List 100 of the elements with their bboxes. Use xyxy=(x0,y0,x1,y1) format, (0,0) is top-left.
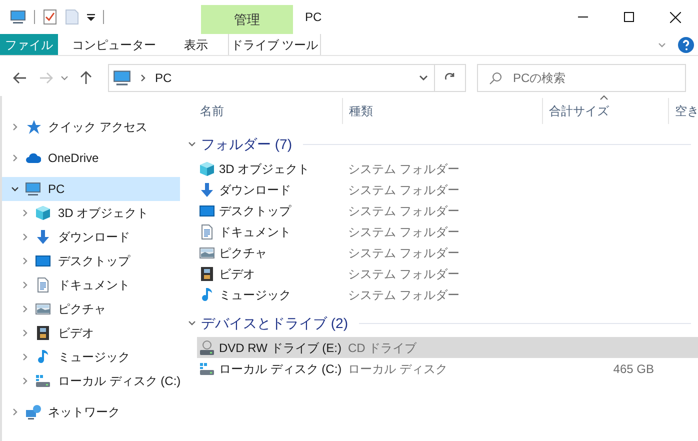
group-title: フォルダー (7) xyxy=(201,134,292,154)
expand-chevron-icon[interactable] xyxy=(21,305,29,313)
nav-item[interactable]: ネットワーク xyxy=(2,400,180,424)
sort-caret-icon xyxy=(600,95,608,100)
ribbon-tab[interactable]: 表示 xyxy=(170,34,222,55)
breadcrumb-separator-icon[interactable] xyxy=(139,74,147,82)
nav-item[interactable]: PC xyxy=(2,177,180,201)
group-header[interactable]: デバイスとドライブ (2) xyxy=(180,311,698,335)
expand-chevron-icon[interactable] xyxy=(21,281,29,289)
file-name: ピクチャ xyxy=(219,244,267,262)
screen-icon xyxy=(35,253,51,269)
breadcrumb-item[interactable]: PC xyxy=(155,69,172,87)
collapse-chevron-icon[interactable] xyxy=(11,185,19,193)
file-type: システム フォルダー xyxy=(347,182,460,198)
file-type: システム フォルダー xyxy=(347,244,460,262)
image-icon xyxy=(199,244,215,260)
file-name: ローカル ディスク (C:) xyxy=(219,360,342,378)
monitor-icon xyxy=(10,9,26,25)
nav-item[interactable]: OneDrive xyxy=(2,146,180,170)
down-arrow-icon xyxy=(35,229,51,245)
collapse-chevron-icon[interactable] xyxy=(188,319,196,327)
expand-chevron-icon[interactable] xyxy=(21,257,29,265)
document-icon xyxy=(35,277,51,293)
expand-chevron-icon[interactable] xyxy=(21,377,29,385)
file-row[interactable]: ピクチャ システム フォルダー xyxy=(197,242,698,263)
document-icon xyxy=(199,224,215,240)
music-note-icon xyxy=(199,286,215,302)
nav-item[interactable]: ローカル ディスク (C:) xyxy=(2,369,180,393)
monitor-icon xyxy=(25,181,41,197)
disc-drive-icon xyxy=(199,340,215,356)
nav-item[interactable]: ダウンロード xyxy=(2,225,180,249)
down-arrow-icon xyxy=(199,182,215,198)
ribbon-tab[interactable]: ドライブ ツール xyxy=(228,34,321,55)
file-row[interactable]: ミュージック システム フォルダー xyxy=(197,284,698,305)
nav-item[interactable]: ピクチャ xyxy=(2,297,180,321)
search-icon xyxy=(489,72,502,85)
nav-item[interactable]: ミュージック xyxy=(2,345,180,369)
expand-chevron-icon[interactable] xyxy=(21,329,29,337)
nav-item[interactable]: 3D オブジェクト xyxy=(2,201,180,225)
file-row[interactable]: DVD RW ドライブ (E:) CD ドライブ xyxy=(197,337,698,358)
file-type: システム フォルダー xyxy=(347,286,460,304)
total-size: 465 GB xyxy=(613,360,654,378)
nav-item[interactable]: デスクトップ xyxy=(2,249,180,273)
back-button[interactable] xyxy=(13,72,27,84)
file-type: システム フォルダー xyxy=(347,266,460,282)
drive-icon xyxy=(35,373,51,389)
nav-item[interactable]: クイック アクセス xyxy=(2,115,180,139)
group-title: デバイスとドライブ (2) xyxy=(201,314,348,333)
column-header[interactable]: 名前 xyxy=(190,98,342,124)
ribbon-expand-icon[interactable] xyxy=(658,40,666,48)
file-row[interactable]: 3D オブジェクト システム フォルダー xyxy=(197,158,698,179)
expand-chevron-icon[interactable] xyxy=(21,353,29,361)
column-header[interactable]: 種類 xyxy=(342,98,542,124)
group-header[interactable]: フォルダー (7) xyxy=(180,132,698,156)
help-icon[interactable] xyxy=(678,36,694,52)
expand-chevron-icon[interactable] xyxy=(21,233,29,241)
window-title: PC xyxy=(304,9,323,26)
checklist-icon[interactable] xyxy=(43,9,57,25)
up-button[interactable] xyxy=(80,71,92,85)
file-name: ビデオ xyxy=(219,266,255,282)
collapse-chevron-icon[interactable] xyxy=(188,140,196,148)
file-row[interactable]: ローカル ディスク (C:) ローカル ディスク 465 GB xyxy=(197,358,698,379)
expand-chevron-icon[interactable] xyxy=(11,154,19,162)
film-icon xyxy=(199,266,215,282)
file-row[interactable]: デスクトップ システム フォルダー xyxy=(197,200,698,221)
cube-icon xyxy=(35,205,51,221)
file-name: ドキュメント xyxy=(219,224,291,240)
blank-page-icon[interactable] xyxy=(65,9,79,25)
maximize-icon xyxy=(624,12,634,22)
file-row[interactable]: ダウンロード システム フォルダー xyxy=(197,179,698,200)
cube-icon xyxy=(199,160,215,176)
close-icon xyxy=(670,12,680,22)
expand-chevron-icon[interactable] xyxy=(11,123,19,131)
context-tab-header: 管理 xyxy=(201,5,293,34)
ribbon-tab[interactable]: コンピューター xyxy=(58,34,170,55)
file-type: CD ドライブ xyxy=(347,340,418,356)
file-row[interactable]: ドキュメント システム フォルダー xyxy=(197,221,698,242)
expand-chevron-icon[interactable] xyxy=(11,408,19,416)
screen-icon xyxy=(199,202,215,218)
file-row[interactable]: ビデオ システム フォルダー xyxy=(197,263,698,284)
column-header[interactable]: 空き xyxy=(668,98,698,124)
nav-item[interactable]: ビデオ xyxy=(2,321,180,345)
column-header[interactable]: 合計サイズ xyxy=(542,98,668,124)
expand-chevron-icon[interactable] xyxy=(21,209,29,217)
address-field[interactable]: PC xyxy=(108,64,435,92)
file-type: ローカル ディスク xyxy=(347,360,448,378)
file-type: システム フォルダー xyxy=(347,160,460,178)
customize-dropdown-icon[interactable] xyxy=(87,13,95,21)
network-icon xyxy=(25,404,41,420)
search-field[interactable]: PCの検索 xyxy=(477,64,686,92)
file-name: ダウンロード xyxy=(219,182,291,198)
file-name: DVD RW ドライブ (E:) xyxy=(219,340,342,356)
history-dropdown-icon[interactable] xyxy=(419,75,428,81)
recent-locations-icon[interactable] xyxy=(61,76,68,80)
file-type: システム フォルダー xyxy=(347,224,460,240)
nav-item[interactable]: ドキュメント xyxy=(2,273,180,297)
music-note-icon xyxy=(35,349,51,365)
image-icon xyxy=(35,301,51,317)
refresh-button[interactable] xyxy=(435,64,466,92)
drive-icon xyxy=(199,360,215,376)
